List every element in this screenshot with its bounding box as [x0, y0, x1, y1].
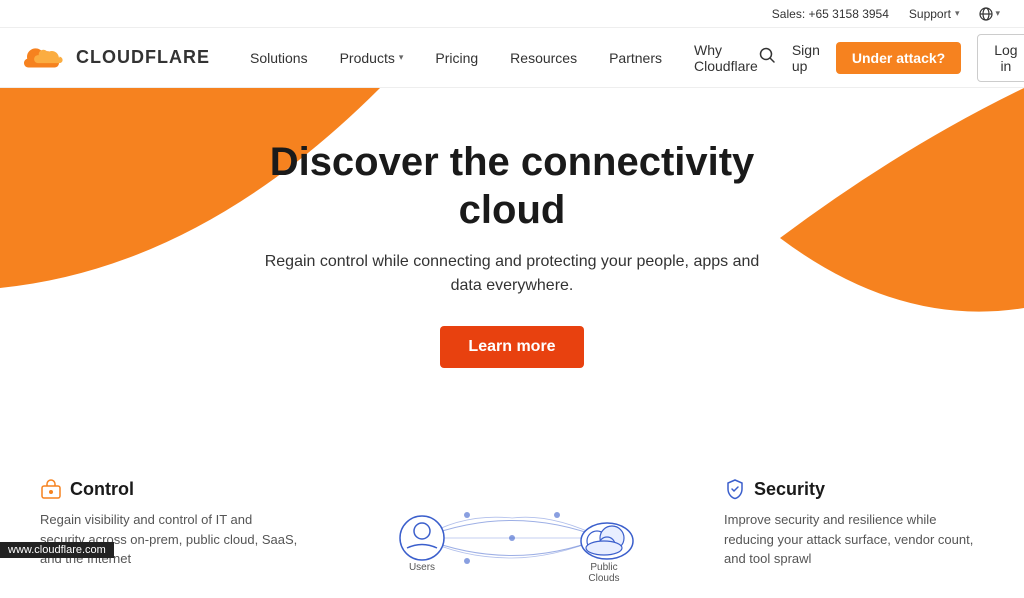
support-label: Support: [909, 7, 951, 21]
nav-solutions[interactable]: Solutions: [250, 50, 308, 66]
globe-chevron: ▾: [995, 8, 1000, 19]
language-selector[interactable]: ▾: [979, 7, 1000, 21]
products-chevron: ▾: [399, 52, 404, 63]
nav-products[interactable]: Products ▾: [340, 50, 404, 66]
nav-resources[interactable]: Resources: [510, 50, 577, 66]
nav-pricing[interactable]: Pricing: [435, 50, 478, 66]
svg-text:Clouds: Clouds: [588, 573, 619, 584]
control-text: Regain visibility and control of IT and …: [40, 510, 300, 569]
security-icon: [724, 478, 746, 500]
diagram-svg: Users Public Clouds: [352, 478, 672, 598]
feature-cards: Control Regain visibility and control of…: [0, 458, 1024, 588]
learn-more-button[interactable]: Learn more: [440, 326, 583, 368]
login-button[interactable]: Log in: [977, 34, 1024, 82]
svg-text:Users: Users: [409, 562, 435, 573]
nav-actions: Sign up Under attack? Log in: [758, 34, 1024, 82]
main-nav: CLOUDFLARE Solutions Products ▾ Pricing …: [0, 28, 1024, 88]
top-bar: Sales: +65 3158 3954 Support ▾ ▾: [0, 0, 1024, 28]
logo[interactable]: CLOUDFLARE: [24, 42, 210, 74]
hero-content: Discover the connectivity cloud Regain c…: [262, 138, 762, 368]
control-title: Control: [70, 479, 134, 500]
cloudflare-logo-icon: [24, 42, 68, 74]
nav-partners[interactable]: Partners: [609, 50, 662, 66]
logo-text: CLOUDFLARE: [76, 47, 210, 68]
support-chevron: ▾: [955, 8, 960, 19]
svg-text:Public: Public: [590, 562, 617, 573]
status-bar: www.cloudflare.com: [0, 542, 114, 558]
nav-why-cloudflare[interactable]: Why Cloudflare: [694, 42, 758, 74]
security-text: Improve security and resilience while re…: [724, 510, 984, 569]
signup-button[interactable]: Sign up: [792, 42, 820, 74]
under-attack-button[interactable]: Under attack?: [836, 42, 961, 74]
control-card-header: Control: [40, 478, 300, 500]
status-url: www.cloudflare.com: [8, 544, 106, 556]
control-icon: [40, 478, 62, 500]
security-title: Security: [754, 479, 825, 500]
hero-title: Discover the connectivity cloud: [262, 138, 762, 234]
security-card-header: Security: [724, 478, 984, 500]
hero-subtitle: Regain control while connecting and prot…: [262, 250, 762, 298]
connectivity-diagram: Users Public Clouds: [312, 478, 712, 598]
search-icon: [758, 46, 776, 64]
support-menu[interactable]: Support ▾: [909, 7, 960, 21]
search-button[interactable]: [758, 46, 776, 69]
globe-icon: [979, 7, 993, 21]
nav-links: Solutions Products ▾ Pricing Resources P…: [250, 42, 758, 74]
hero-section: Discover the connectivity cloud Regain c…: [0, 88, 1024, 458]
sales-phone: Sales: +65 3158 3954: [772, 7, 889, 21]
security-card: Security Improve security and resilience…: [724, 478, 984, 569]
